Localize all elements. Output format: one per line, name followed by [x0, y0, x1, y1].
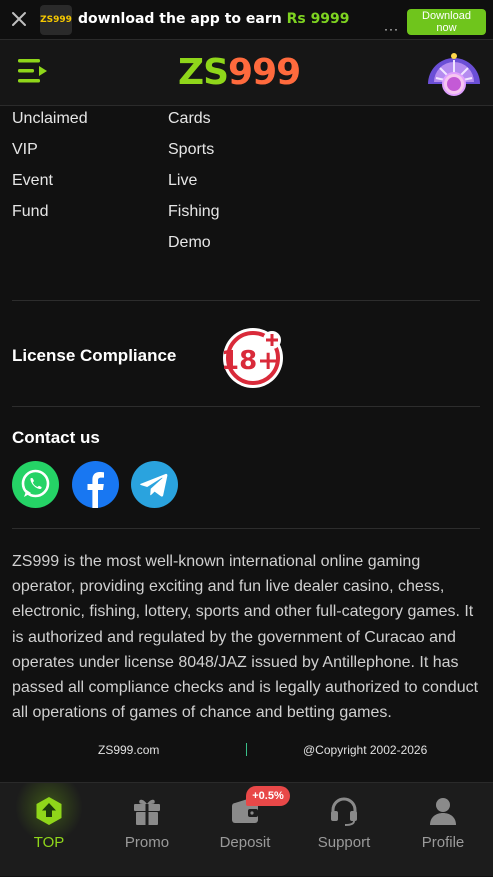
- whatsapp-icon[interactable]: [12, 461, 59, 508]
- footer-domain: ZS999.com: [98, 743, 160, 757]
- section-divider: [12, 528, 480, 529]
- link-fund[interactable]: Fund: [12, 200, 88, 231]
- deposit-bonus-badge: +0.5%: [246, 786, 290, 806]
- app-logo-text: ZS999: [40, 15, 72, 25]
- app-logo: ZS999: [40, 5, 72, 35]
- age-badge-text: 18+: [222, 346, 279, 376]
- footer-copyright: @Copyright 2002-2026: [303, 743, 428, 757]
- nav-top[interactable]: TOP: [0, 783, 98, 877]
- app-download-banner: ZS999 download the app to earn Rs 9999 ·…: [0, 0, 493, 40]
- footer-separator: [246, 743, 247, 756]
- top-header: ZS 999: [0, 40, 493, 106]
- nav-top-label: TOP: [33, 834, 65, 851]
- close-icon[interactable]: [8, 8, 30, 30]
- link-unclaimed[interactable]: Unclaimed: [12, 107, 88, 138]
- license-title: License Compliance: [12, 346, 177, 365]
- about-description: ZS999 is the most well-known internation…: [12, 553, 479, 722]
- facebook-icon[interactable]: [72, 461, 119, 508]
- site-logo[interactable]: ZS 999: [178, 50, 301, 94]
- link-event[interactable]: Event: [12, 169, 88, 200]
- age-18-plus-icon: 18+: [222, 328, 283, 388]
- link-live[interactable]: Live: [168, 169, 220, 200]
- section-divider: [12, 300, 480, 301]
- nav-support-label: Support: [317, 834, 371, 851]
- nav-profile[interactable]: Profile: [394, 783, 492, 877]
- link-vip[interactable]: VIP: [12, 138, 88, 169]
- links-column-2: Cards Sports Live Fishing Demo: [168, 107, 220, 262]
- section-divider: [12, 406, 480, 407]
- nav-support[interactable]: Support: [295, 783, 393, 877]
- banner-message-text: download the app to earn: [78, 11, 287, 27]
- link-fishing[interactable]: Fishing: [168, 200, 220, 231]
- nav-promo[interactable]: Promo: [98, 783, 196, 877]
- headset-icon: [331, 797, 357, 826]
- nav-profile-label: Profile: [421, 834, 465, 851]
- banner-message: download the app to earn Rs 9999: [78, 11, 350, 27]
- user-icon: [430, 798, 456, 825]
- nav-deposit-label: Deposit: [219, 834, 271, 851]
- logo-text-999: 999: [228, 51, 301, 93]
- top-icon: [36, 797, 62, 825]
- link-demo[interactable]: Demo: [168, 231, 220, 262]
- telegram-icon[interactable]: [131, 461, 178, 508]
- contact-title: Contact us: [12, 428, 100, 447]
- gift-icon: [134, 799, 160, 825]
- menu-icon[interactable]: [16, 56, 50, 86]
- more-dots-icon: ···: [384, 22, 399, 36]
- links-column-1: Unclaimed VIP Event Fund: [12, 107, 88, 231]
- logo-text-zs: ZS: [178, 51, 229, 93]
- nav-promo-label: Promo: [124, 834, 170, 851]
- link-sports[interactable]: Sports: [168, 138, 220, 169]
- spin-wheel-icon[interactable]: [424, 46, 484, 98]
- link-cards[interactable]: Cards: [168, 107, 220, 138]
- download-now-button[interactable]: Download now: [407, 9, 486, 35]
- banner-amount: Rs 9999: [286, 11, 350, 27]
